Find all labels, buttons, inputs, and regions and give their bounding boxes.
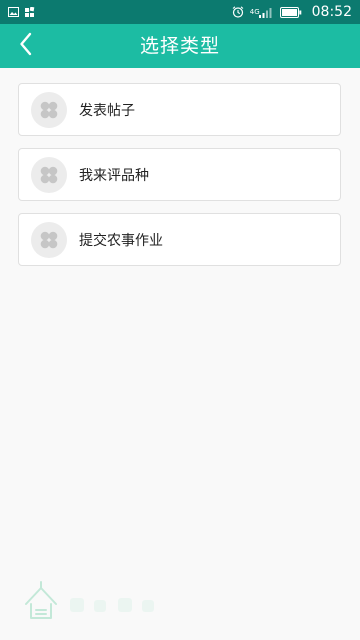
clover-icon	[31, 156, 67, 193]
type-option-farm-work[interactable]: 提交农事作业	[18, 213, 341, 266]
battery-icon	[279, 6, 302, 18]
signal-icon: 4G	[250, 6, 274, 18]
status-left	[8, 7, 36, 17]
type-option-post[interactable]: 发表帖子	[18, 83, 341, 136]
status-time: 08:52	[311, 4, 352, 20]
title-bar: 选择类型	[0, 24, 360, 68]
alarm-clock-icon	[232, 6, 244, 18]
page-title: 选择类型	[139, 35, 220, 57]
type-option-review-variety[interactable]: 我来评品种	[18, 148, 341, 201]
type-option-label: 提交农事作业	[79, 232, 163, 249]
type-list: 发表帖子 我来评品种 提交农事作业	[0, 68, 360, 640]
status-right: 4G 08:52	[232, 4, 352, 20]
type-option-label: 我来评品种	[79, 167, 149, 184]
app-notification-icon	[25, 7, 36, 17]
status-bar: 4G 08:52	[0, 0, 360, 24]
watermark-logo	[22, 580, 172, 624]
clover-icon	[31, 91, 67, 128]
clover-icon	[31, 221, 67, 258]
type-option-label: 发表帖子	[79, 102, 135, 119]
image-icon	[8, 7, 19, 17]
